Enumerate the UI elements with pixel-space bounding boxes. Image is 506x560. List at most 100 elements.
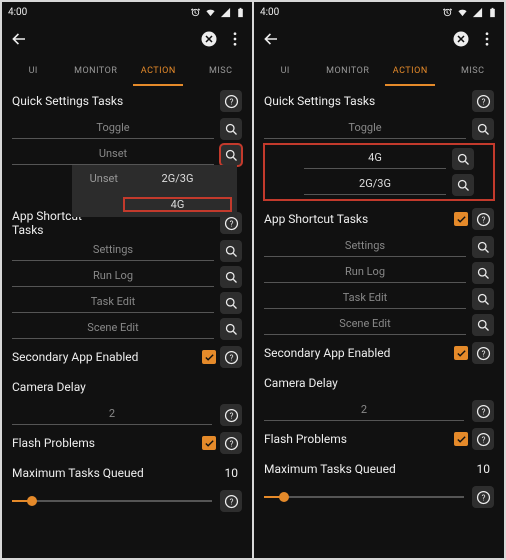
tab-bar: UI MONITOR ACTION MISC (254, 56, 504, 86)
help-button[interactable]: ? (220, 90, 242, 112)
clock: 4:00 (260, 7, 279, 18)
search-icon-highlighted[interactable] (220, 144, 242, 166)
autocomplete-popup: Unset 2G/3G 4G (72, 165, 237, 217)
section-secondary-app: Secondary App Enabled ? (264, 338, 494, 368)
search-icon[interactable] (472, 118, 494, 140)
field-sceneedit[interactable]: Scene Edit (12, 319, 214, 339)
section-camera-delay: Camera Delay (12, 372, 242, 402)
section-secondary-app: Secondary App Enabled ? (12, 342, 242, 372)
slider-max-queued[interactable] (12, 491, 212, 511)
field-delay[interactable]: 2 (12, 405, 212, 425)
status-icons (190, 7, 246, 18)
svg-text:?: ? (481, 214, 485, 224)
tab-misc[interactable]: MISC (190, 56, 253, 86)
help-button[interactable]: ? (220, 490, 242, 512)
search-icon[interactable] (472, 262, 494, 284)
clock: 4:00 (8, 7, 27, 18)
section-quick-settings: Quick Settings Tasks ? (12, 86, 242, 116)
field-unset[interactable]: Unset (12, 145, 214, 165)
search-icon[interactable] (220, 118, 242, 140)
search-icon[interactable] (452, 148, 474, 170)
help-button[interactable]: ? (472, 208, 494, 230)
svg-text:?: ? (481, 492, 485, 502)
battery-icon (235, 7, 246, 18)
search-icon[interactable] (220, 266, 242, 288)
checkbox-flash[interactable] (202, 436, 216, 450)
search-icon[interactable] (452, 174, 474, 196)
content-area: Quick Settings Tasks ? Toggle 4G 2G/3G A… (254, 86, 504, 510)
back-button[interactable] (262, 30, 280, 48)
field-runlog[interactable]: Run Log (12, 267, 214, 287)
wifi-icon (205, 7, 216, 18)
content-area: Quick Settings Tasks ? Toggle Unset App … (2, 86, 252, 514)
tab-monitor[interactable]: MONITOR (317, 56, 380, 86)
checkbox-secondary[interactable] (202, 350, 216, 364)
tab-monitor[interactable]: MONITOR (65, 56, 128, 86)
status-bar: 4:00 (2, 2, 252, 22)
search-icon[interactable] (220, 240, 242, 262)
app-bar (2, 22, 252, 56)
max-queued-value: 10 (477, 462, 491, 476)
help-button[interactable]: ? (220, 346, 242, 368)
search-icon[interactable] (472, 314, 494, 336)
section-flash-problems: Flash Problems ? (12, 428, 242, 458)
tab-misc[interactable]: MISC (442, 56, 505, 86)
field-2g3g[interactable]: 2G/3G (304, 175, 446, 195)
help-button[interactable]: ? (472, 428, 494, 450)
close-icon[interactable] (452, 30, 470, 48)
checkbox-secondary[interactable] (454, 346, 468, 360)
right-pane: 4:00 UI MONITOR ACTION MISC Quick Settin… (254, 2, 504, 558)
field-settings[interactable]: Settings (264, 237, 466, 257)
popup-row-1[interactable]: Unset 2G/3G (72, 165, 237, 191)
help-button[interactable]: ? (472, 90, 494, 112)
tab-action[interactable]: ACTION (379, 56, 442, 86)
overflow-menu-icon[interactable] (226, 30, 244, 48)
close-icon[interactable] (200, 30, 218, 48)
field-delay[interactable]: 2 (264, 401, 464, 421)
field-taskedit[interactable]: Task Edit (264, 289, 466, 309)
back-button[interactable] (10, 30, 28, 48)
checkbox-flash[interactable] (454, 432, 468, 446)
section-app-shortcut: App Shortcut Tasks ? (264, 204, 494, 234)
svg-text:?: ? (229, 352, 233, 362)
checkbox-shortcut[interactable] (454, 212, 468, 226)
section-max-queued: Maximum Tasks Queued 10 (12, 458, 242, 488)
svg-text:?: ? (481, 406, 485, 416)
field-toggle[interactable]: Toggle (12, 119, 214, 139)
field-sceneedit[interactable]: Scene Edit (264, 315, 466, 335)
field-taskedit[interactable]: Task Edit (12, 293, 214, 313)
field-4g[interactable]: 4G (304, 149, 446, 169)
slider-max-queued[interactable] (264, 487, 464, 507)
help-button[interactable]: ? (220, 404, 242, 426)
field-runlog[interactable]: Run Log (264, 263, 466, 283)
tab-action[interactable]: ACTION (127, 56, 190, 86)
help-button[interactable]: ? (220, 432, 242, 454)
section-camera-delay: Camera Delay (264, 368, 494, 398)
search-icon[interactable] (472, 288, 494, 310)
popup-row-2[interactable]: 4G (72, 191, 237, 217)
svg-text:?: ? (481, 348, 485, 358)
svg-text:?: ? (229, 438, 233, 448)
help-button[interactable]: ? (472, 400, 494, 422)
overflow-menu-icon[interactable] (478, 30, 496, 48)
help-button[interactable]: ? (472, 486, 494, 508)
section-flash-problems: Flash Problems ? (264, 424, 494, 454)
field-toggle[interactable]: Toggle (264, 119, 466, 139)
tab-ui[interactable]: UI (254, 56, 317, 86)
alarm-icon (442, 7, 453, 18)
search-icon[interactable] (472, 236, 494, 258)
status-bar: 4:00 (254, 2, 504, 22)
svg-text:?: ? (229, 410, 233, 420)
svg-text:?: ? (229, 96, 233, 106)
search-icon[interactable] (220, 292, 242, 314)
wifi-icon (457, 7, 468, 18)
svg-text:?: ? (229, 496, 233, 506)
left-pane: 4:00 UI MONITOR ACTION MISC Quick Settin… (2, 2, 252, 558)
field-settings[interactable]: Settings (12, 241, 214, 261)
status-icons (442, 7, 498, 18)
tab-ui[interactable]: UI (2, 56, 65, 86)
tab-bar: UI MONITOR ACTION MISC (2, 56, 252, 86)
help-button[interactable]: ? (472, 342, 494, 364)
highlighted-fields: 4G 2G/3G (264, 144, 494, 200)
search-icon[interactable] (220, 318, 242, 340)
